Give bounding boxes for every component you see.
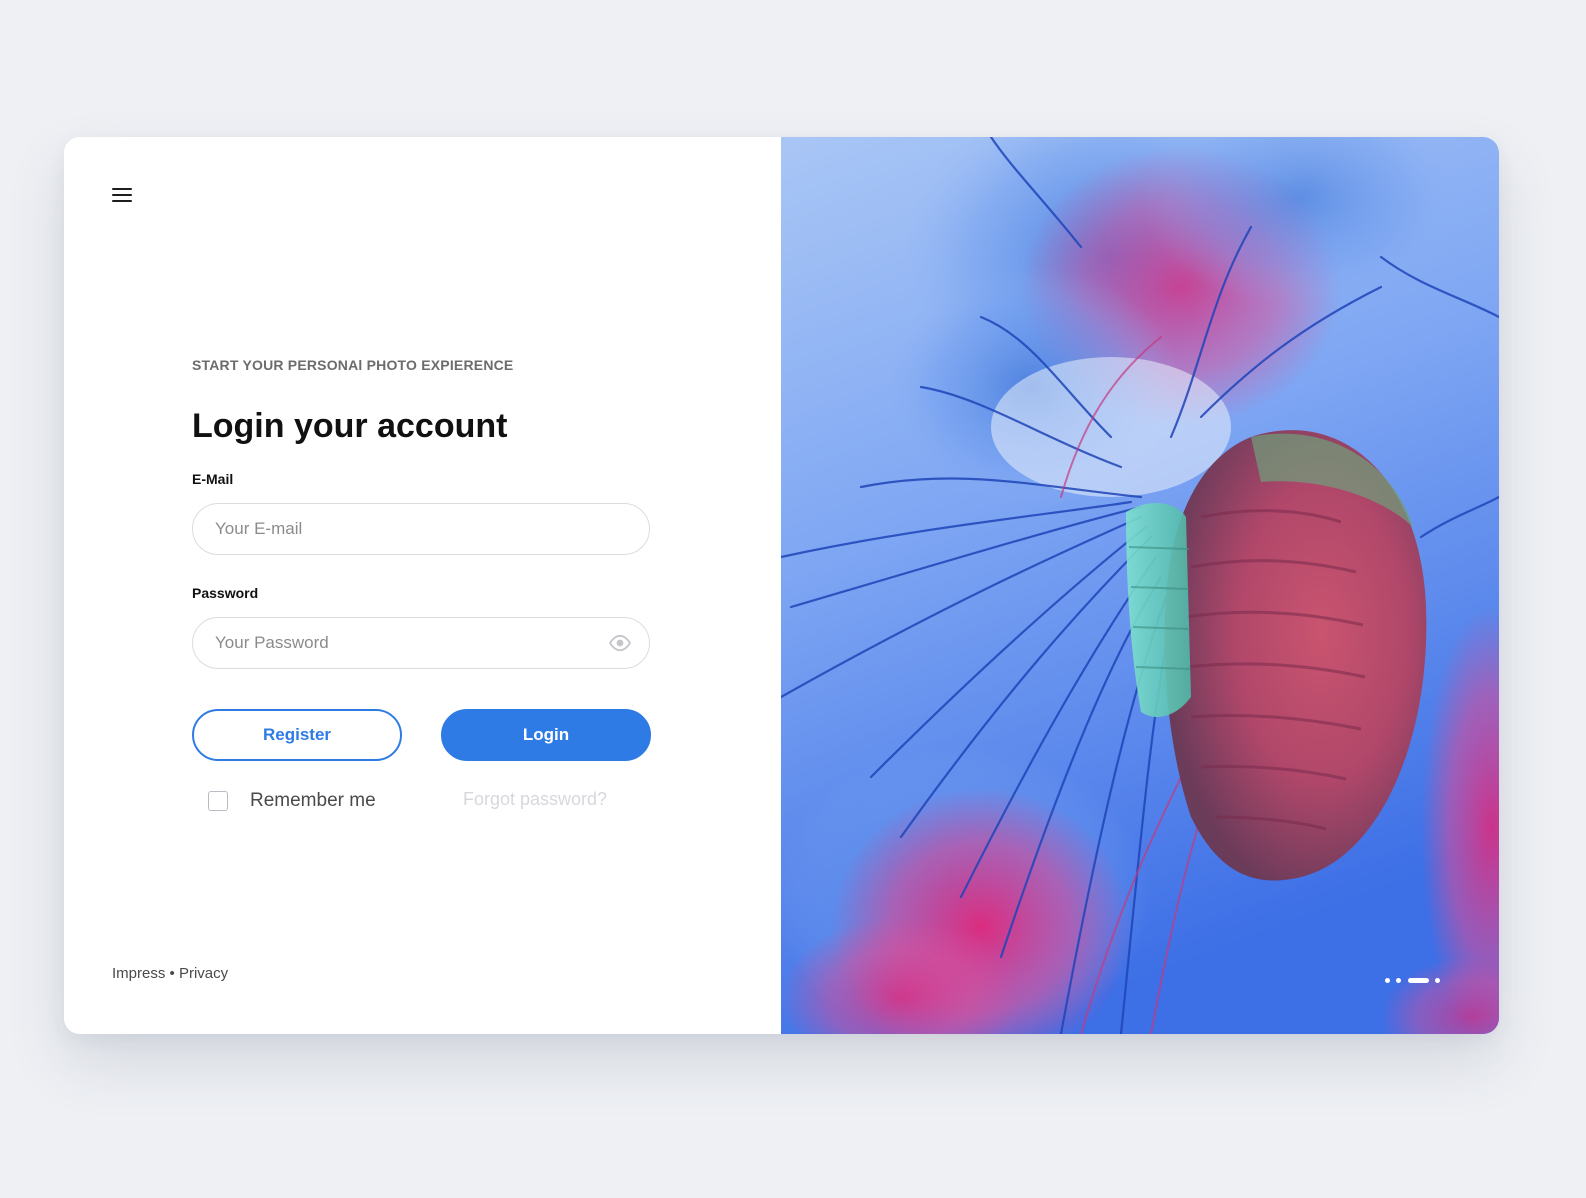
hamburger-menu-icon[interactable] [108,181,136,209]
privacy-link[interactable]: Privacy [179,965,228,982]
footer-separator: • [169,965,175,982]
carousel-dot-3-active[interactable] [1408,978,1429,983]
email-label: E-Mail [192,471,234,487]
footer-links: Impress • Privacy [112,965,228,982]
email-input[interactable] [215,504,595,553]
login-card: START YOUR PERSONAl PHOTO EXPIERENCE Log… [64,137,1499,1034]
checkbox-box[interactable] [208,791,228,811]
forgot-password-link[interactable]: Forgot password? [463,789,607,810]
email-field[interactable] [192,503,650,555]
carousel-indicator [1385,978,1449,984]
password-field[interactable] [192,617,650,669]
carousel-dot-1[interactable] [1385,978,1390,983]
carousel-dot-2[interactable] [1396,978,1401,983]
register-button[interactable]: Register [192,709,402,761]
hero-image [781,137,1499,1034]
impress-link[interactable]: Impress [112,965,165,982]
password-label: Password [192,585,259,601]
login-button[interactable]: Login [441,709,651,761]
eyebrow-text: START YOUR PERSONAl PHOTO EXPIERENCE [192,357,514,373]
remember-me-label: Remember me [250,790,376,811]
login-panel: START YOUR PERSONAl PHOTO EXPIERENCE Log… [64,137,781,1034]
carousel-dot-4[interactable] [1435,978,1440,983]
page-title: Login your account [192,407,508,445]
jellyfish-photo [781,137,1499,1034]
password-input[interactable] [215,618,595,667]
eye-icon[interactable] [609,634,631,652]
